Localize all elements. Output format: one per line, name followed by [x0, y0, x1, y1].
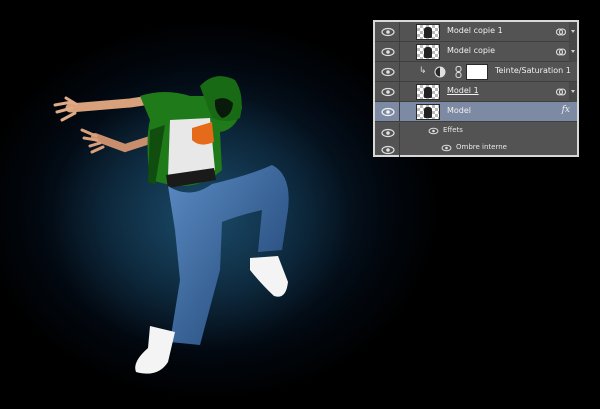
effect-eye-icon[interactable]: [441, 143, 452, 153]
layer-name[interactable]: Model 1: [447, 86, 479, 95]
fx-icon[interactable]: fx: [562, 105, 570, 115]
effect-label: Ombre interne: [456, 143, 507, 151]
adjustment-icon[interactable]: [434, 66, 446, 78]
eye-icon[interactable]: [380, 126, 396, 140]
eye-icon[interactable]: [380, 105, 396, 119]
effects-row[interactable]: Effets: [375, 123, 577, 140]
link-icon: [555, 28, 567, 36]
eye-icon[interactable]: [380, 85, 396, 99]
layer-row-model-copie[interactable]: Model copie: [375, 42, 577, 62]
eye-icon[interactable]: [380, 65, 396, 79]
eye-icon[interactable]: [380, 45, 396, 59]
scroll-arrow-icon[interactable]: [569, 82, 577, 102]
scroll-arrow-icon[interactable]: [569, 42, 577, 62]
row-separator: [399, 62, 400, 81]
layer-thumbnail[interactable]: [416, 24, 440, 40]
effects-eye-icon[interactable]: [428, 126, 439, 136]
row-separator: [399, 123, 400, 140]
layer-name[interactable]: Teinte/Saturation 1: [495, 66, 571, 75]
row-separator: [399, 102, 400, 121]
row-separator: [399, 42, 400, 61]
link-icon: [555, 88, 567, 96]
layer-row-model[interactable]: Model fx: [375, 102, 577, 122]
eye-icon[interactable]: [380, 143, 396, 157]
effect-row-ombre-interne[interactable]: Ombre interne: [375, 140, 577, 157]
chain-icon[interactable]: [455, 66, 462, 78]
layers-panel: Model copie 1 Model copie ↳ Teinte/Satur…: [373, 20, 579, 157]
row-separator: [399, 82, 400, 101]
row-separator: [399, 22, 400, 41]
row-separator: [399, 140, 400, 157]
layer-thumbnail[interactable]: [416, 84, 440, 100]
scroll-arrow-icon[interactable]: [569, 22, 577, 42]
layer-name[interactable]: Model copie: [447, 46, 495, 55]
link-icon: [555, 48, 567, 56]
layer-row-model-copie-1[interactable]: Model copie 1: [375, 22, 577, 42]
layer-thumbnail[interactable]: [416, 44, 440, 60]
layer-row-model-1[interactable]: Model 1: [375, 82, 577, 102]
layer-name[interactable]: Model: [447, 106, 471, 115]
clip-arrow-icon: ↳: [419, 66, 427, 76]
layer-row-teinte-saturation-1[interactable]: ↳ Teinte/Saturation 1: [375, 62, 577, 82]
layer-thumbnail[interactable]: [416, 104, 440, 120]
layer-mask-thumbnail[interactable]: [466, 64, 488, 80]
eye-icon[interactable]: [380, 25, 396, 39]
layer-name[interactable]: Model copie 1: [447, 26, 503, 35]
effects-label: Effets: [443, 126, 463, 134]
